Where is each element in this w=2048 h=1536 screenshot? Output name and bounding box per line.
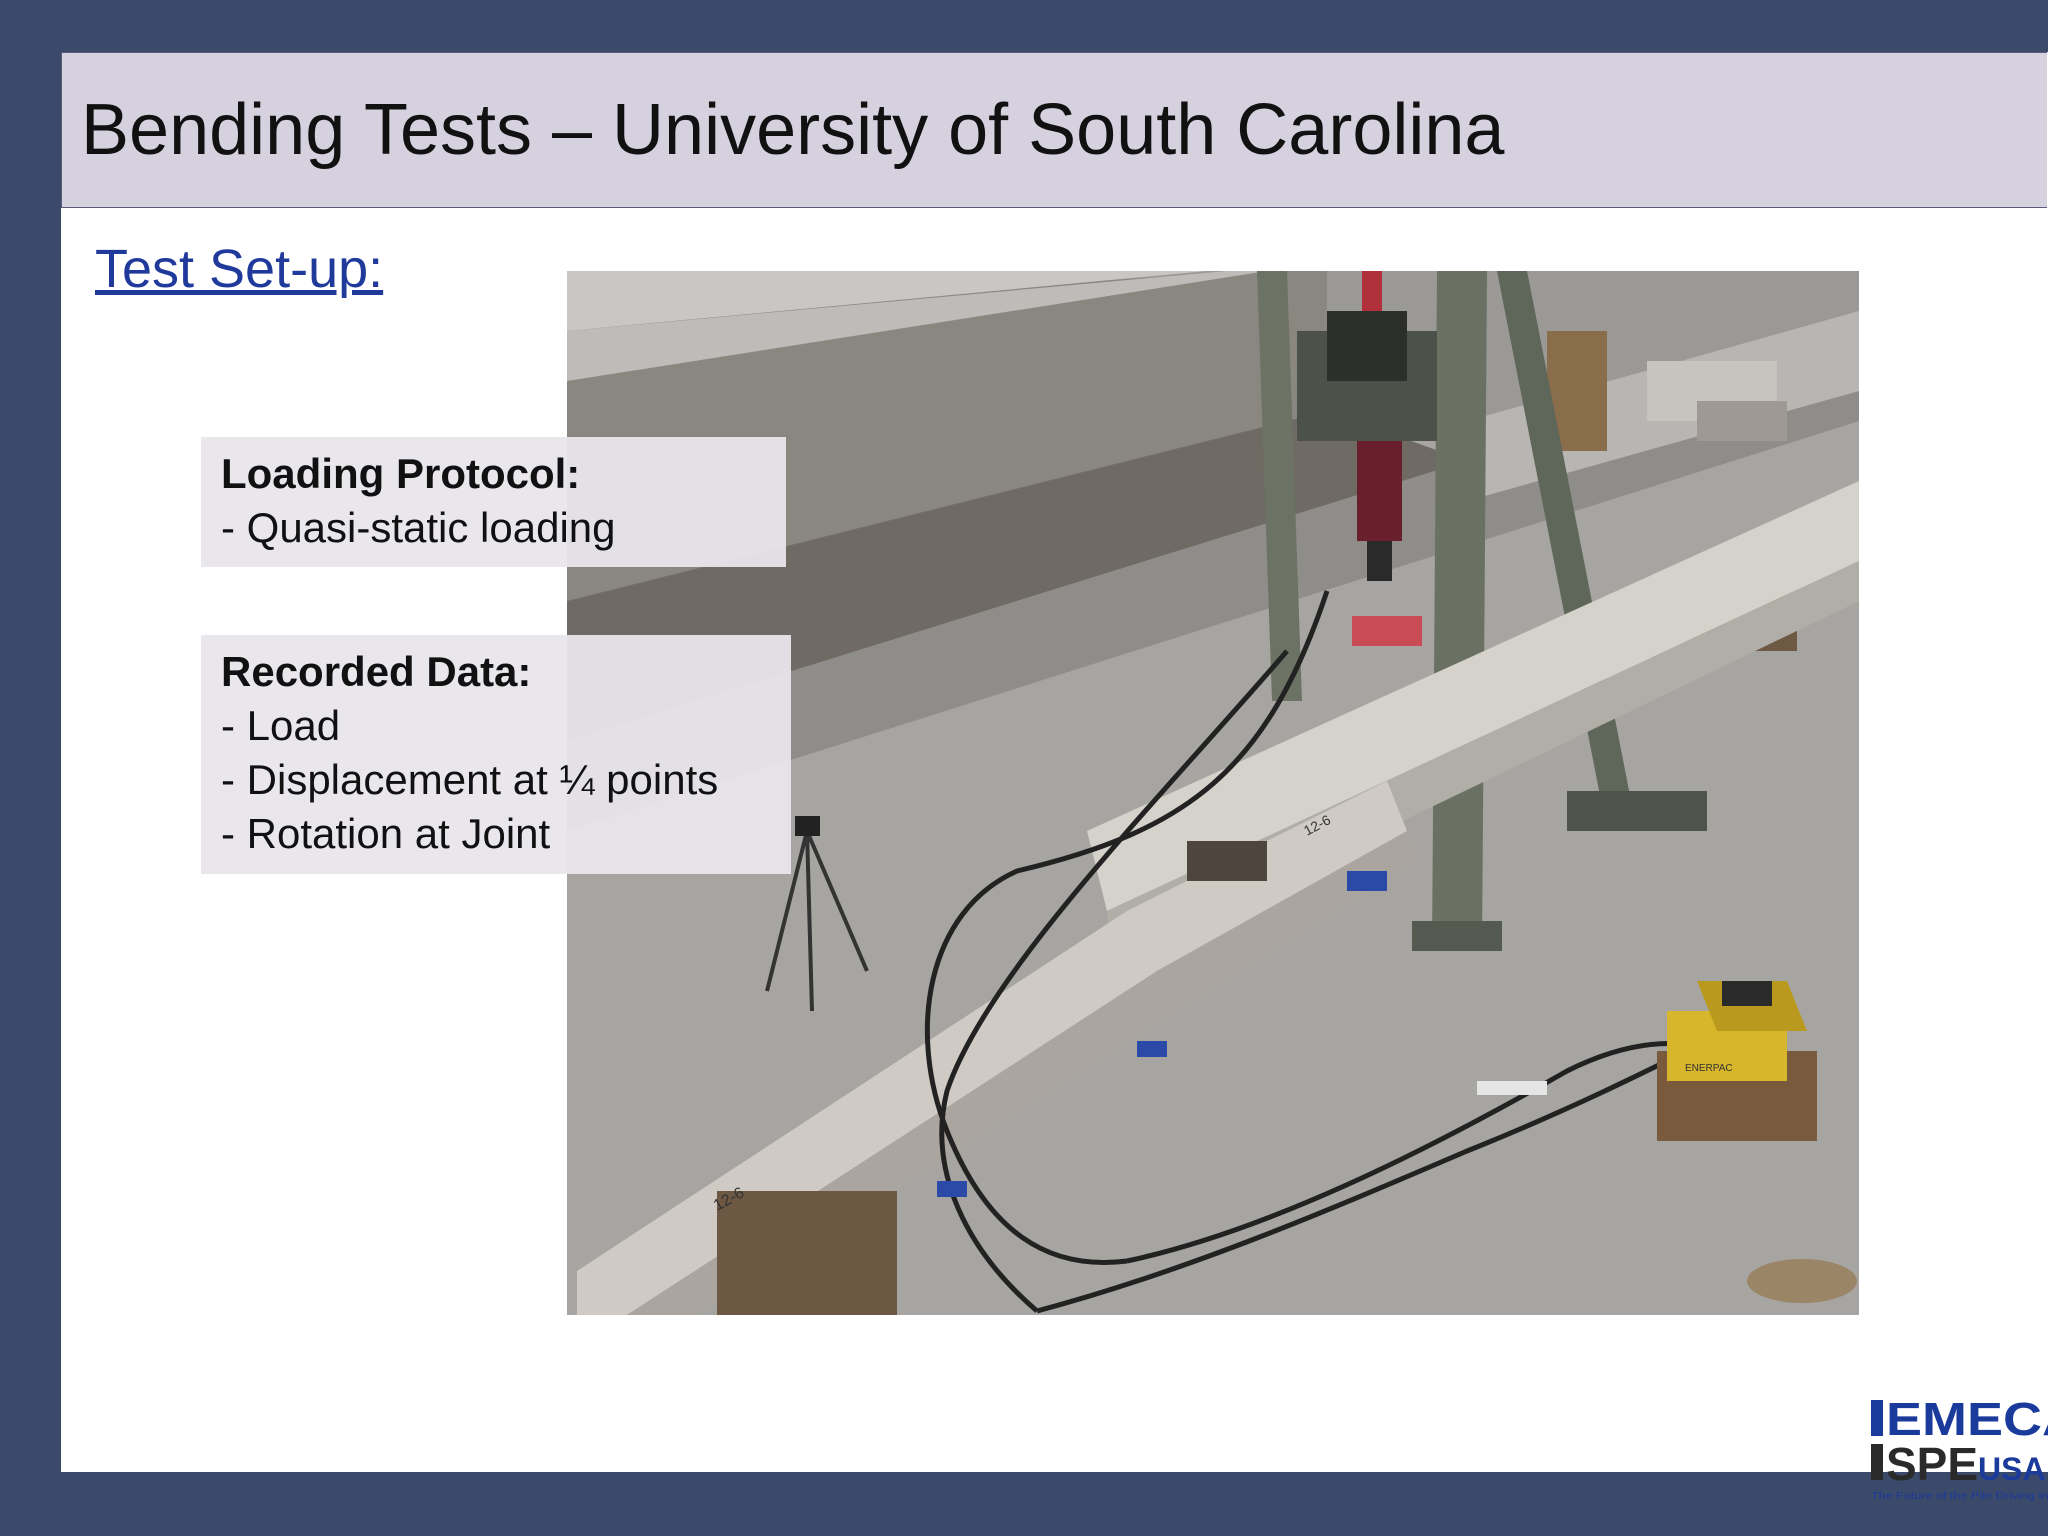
- slide-title: Bending Tests – University of South Caro…: [81, 90, 1505, 170]
- recorded-data-item: - Rotation at Joint: [221, 810, 551, 857]
- logo-line2-spe: SPE: [1886, 1438, 1978, 1490]
- recorded-data-item: - Displacement at ¼ points: [221, 756, 719, 803]
- section-subtitle: Test Set-up:: [95, 239, 384, 299]
- emeca-spe-usa-logo: EMECA SPEUSA The Future of the Pile Driv…: [1869, 1393, 2048, 1507]
- loading-protocol-item: - Quasi-static loading: [221, 504, 616, 551]
- title-bar: Bending Tests – University of South Caro…: [61, 52, 2047, 208]
- recorded-data-box: Recorded Data: - Load - Displacement at …: [201, 635, 791, 874]
- pump-label: ENERPAC: [1685, 1063, 1733, 1074]
- recorded-data-heading: Recorded Data:: [221, 648, 532, 695]
- svg-text:SPEUSA: SPEUSA: [1886, 1438, 2046, 1490]
- recorded-data-item: - Load: [221, 702, 341, 749]
- logo-line2-usa: USA: [1978, 1451, 2046, 1487]
- loading-protocol-heading: Loading Protocol:: [221, 450, 581, 497]
- logo-tagline: The Future of the Pile Driving Industry: [1871, 1490, 2048, 1502]
- loading-protocol-box: Loading Protocol: - Quasi-static loading: [201, 437, 786, 567]
- slide: Bending Tests – University of South Caro…: [61, 52, 2048, 1502]
